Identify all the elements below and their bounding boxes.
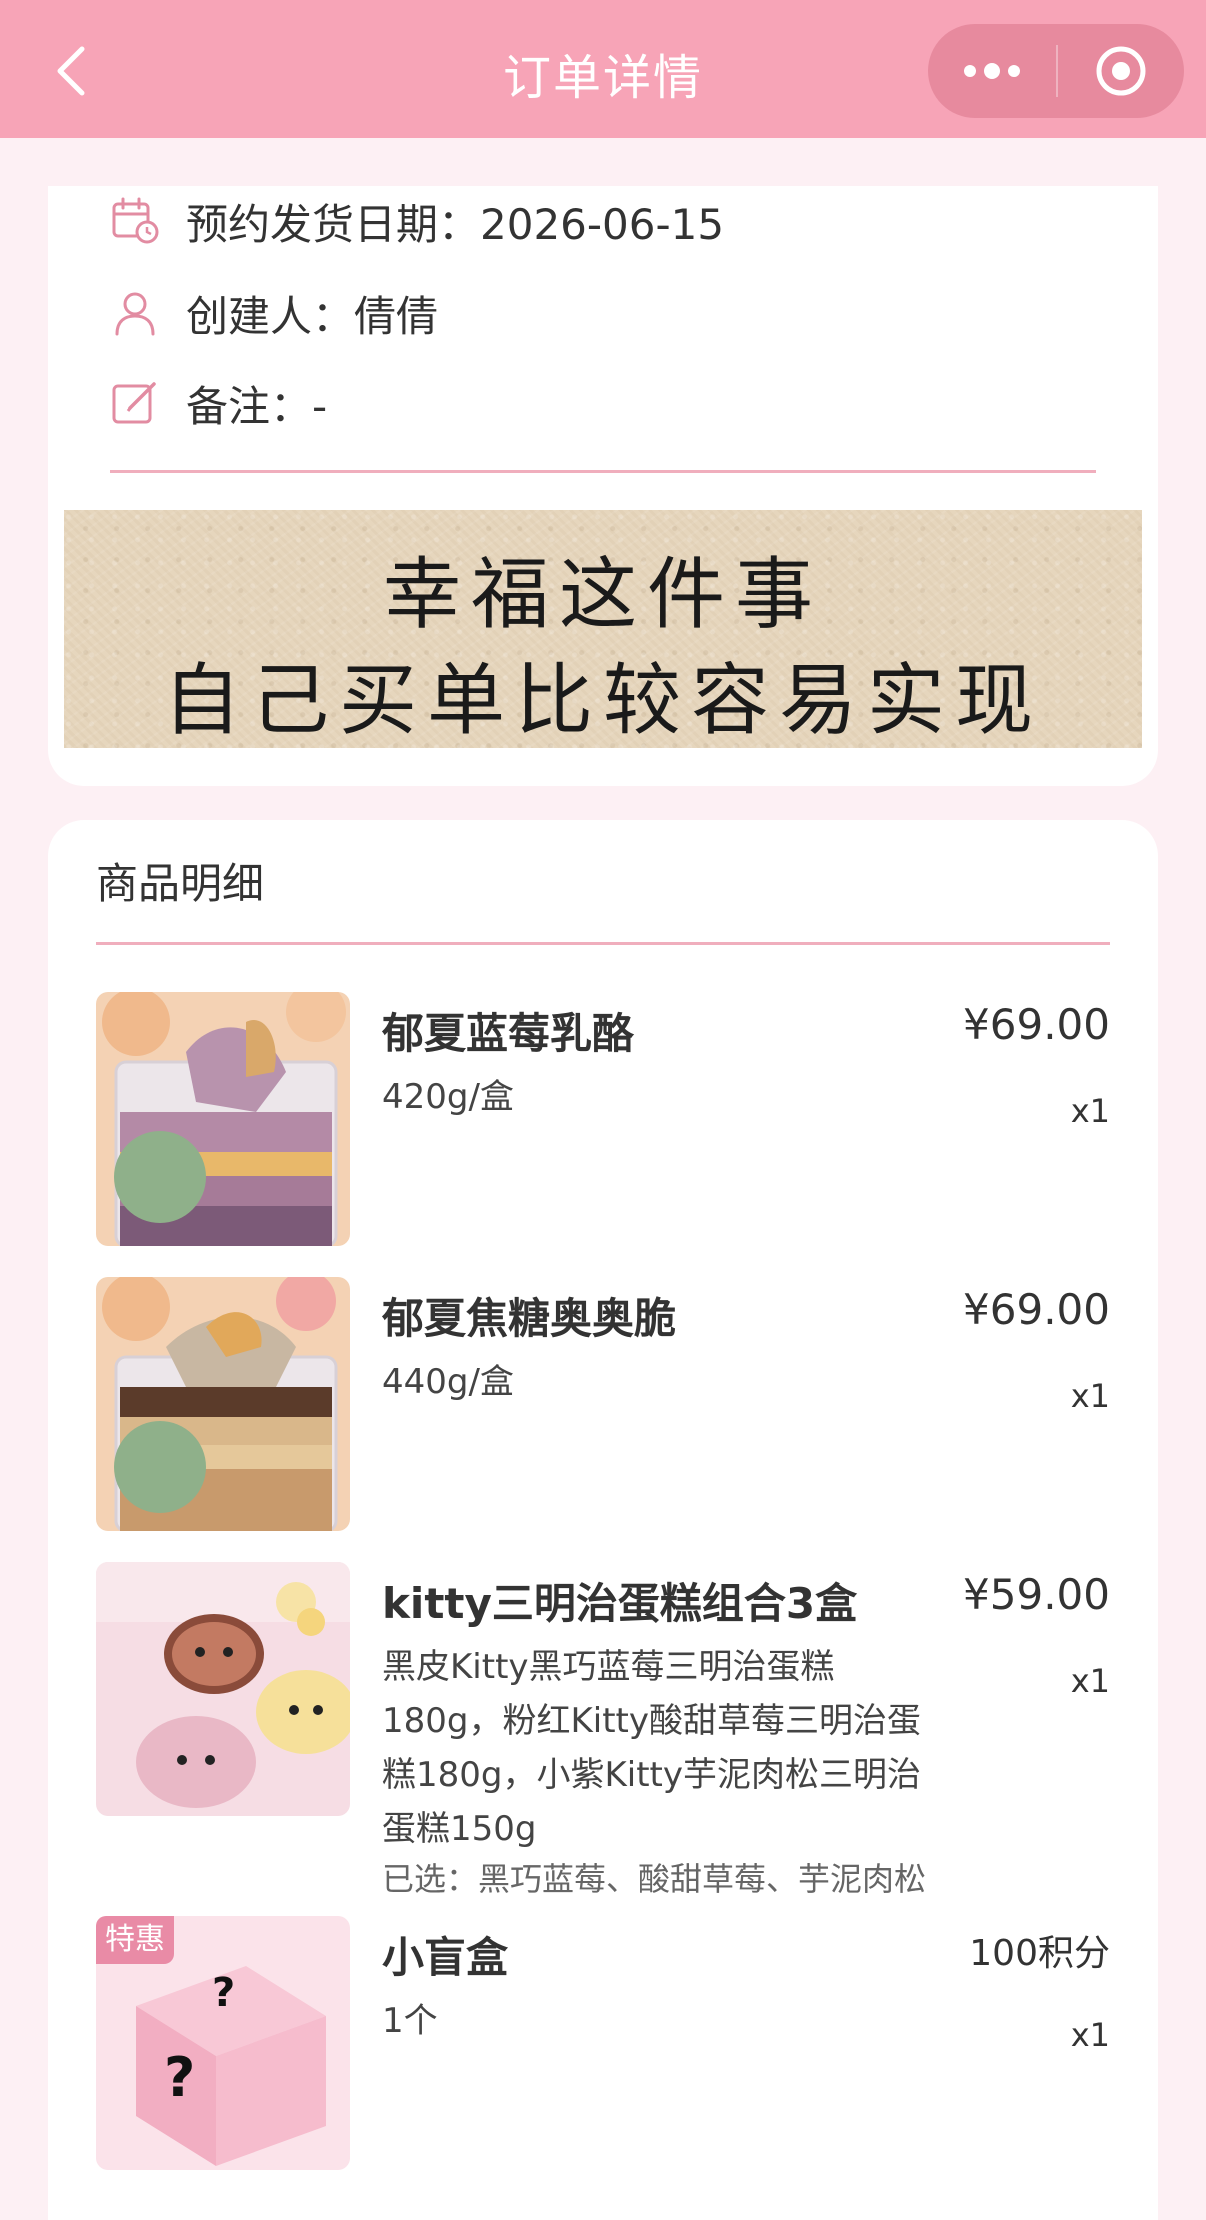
divider [110, 470, 1096, 473]
item-spec: 1个 [382, 2001, 438, 2041]
item-name: 小盲盒 [382, 1933, 509, 1982]
item-spec: 420g/盒 [382, 1077, 514, 1117]
product-image [96, 1277, 350, 1531]
goods-item[interactable]: 郁夏蓝莓乳酪 420g/盒 ¥69.00 x1 [96, 992, 1110, 1252]
edit-note-icon [112, 382, 156, 424]
item-spec: 黑皮Kitty黑巧蓝莓三明治蛋糕180g，粉红Kitty酸甜草莓三明治蛋糕180… [382, 1647, 922, 1849]
item-name: kitty三明治蛋糕组合3盒 [382, 1579, 858, 1628]
more-button[interactable] [928, 24, 1056, 118]
ship-date-row: 预约发货日期：2026-06-15 [110, 186, 724, 256]
item-price: ¥59.00 [963, 1570, 1110, 1619]
goods-item[interactable]: 郁夏焦糖奥奥脆 440g/盒 ¥69.00 x1 [96, 1277, 1110, 1537]
item-quantity: x1 [1070, 1662, 1110, 1700]
item-quantity: x1 [1070, 1377, 1110, 1415]
mini-program-capsule [928, 24, 1184, 118]
remark-row: 备注：- [110, 368, 327, 438]
more-dots-icon [964, 63, 1020, 79]
item-selected-options: 已选：黑巧蓝莓、酸甜草莓、芋泥肉松 [382, 1860, 927, 1898]
slogan-line-2: 自己买单比较容易实现 [162, 656, 1043, 746]
item-spec: 440g/盒 [382, 1362, 514, 1402]
creator-text: 创建人：倩倩 [186, 291, 439, 341]
order-info-card: 预约发货日期：2026-06-15 创建人：倩倩 备注：- 幸福这件事 自己买单… [48, 186, 1158, 786]
remark-text: 备注：- [186, 381, 328, 431]
ship-date-text: 预约发货日期：2026-06-15 [186, 199, 725, 249]
divider [96, 942, 1110, 945]
target-circle-icon [1096, 46, 1146, 96]
user-icon [115, 292, 155, 336]
item-quantity: x1 [1070, 1092, 1110, 1130]
item-price: ¥69.00 [963, 1000, 1110, 1049]
goods-item[interactable]: ? ? 特惠 小盲盒 1个 100积分 x1 [96, 1916, 1110, 2176]
goods-header: 商品明细 [96, 859, 265, 908]
creator-row: 创建人：倩倩 [110, 278, 438, 348]
slogan-line-1: 幸福这件事 [382, 550, 823, 640]
svg-text:?: ? [212, 1970, 235, 2016]
calendar-clock-icon [112, 197, 159, 244]
slogan-banner: 幸福这件事 自己买单比较容易实现 [64, 510, 1142, 748]
promo-badge: 特惠 [96, 1916, 174, 1964]
goods-card: 商品明细 郁夏蓝莓乳酪 420g/盒 ¥69.00 x1 郁夏焦糖奥奥脆 440… [48, 820, 1158, 2220]
item-quantity: x1 [1070, 2016, 1110, 2054]
product-image [96, 992, 350, 1246]
item-name: 郁夏焦糖奥奥脆 [382, 1294, 677, 1343]
item-price: 100积分 [969, 1933, 1110, 1974]
svg-text:?: ? [164, 2046, 195, 2109]
close-mini-program-button[interactable] [1058, 24, 1184, 118]
goods-item[interactable]: kitty三明治蛋糕组合3盒 黑皮Kitty黑巧蓝莓三明治蛋糕180g，粉红Ki… [96, 1562, 1110, 1902]
product-image [96, 1562, 350, 1816]
item-name: 郁夏蓝莓乳酪 [382, 1009, 635, 1058]
item-price: ¥69.00 [963, 1285, 1110, 1334]
nav-bar: 订单详情 [0, 0, 1206, 138]
